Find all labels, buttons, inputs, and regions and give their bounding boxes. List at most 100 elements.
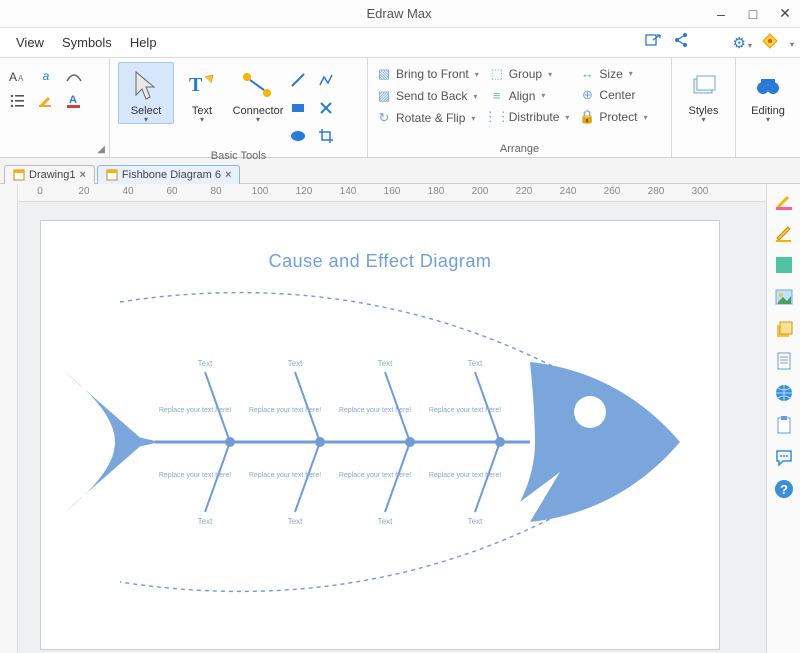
styles-button[interactable]: Styles ▾: [680, 62, 727, 124]
close-tab-icon[interactable]: ×: [225, 169, 231, 181]
highlight-icon[interactable]: [36, 92, 56, 108]
center-icon: ⊕: [579, 87, 595, 103]
picture-icon[interactable]: [773, 286, 795, 308]
basic-tools-caption: Basic Tools: [118, 148, 359, 162]
crop-icon[interactable]: [314, 124, 338, 148]
comment-icon[interactable]: [773, 446, 795, 468]
document-icon: [106, 169, 118, 181]
ellipse-shape-icon[interactable]: [286, 124, 310, 148]
tab-drawing1[interactable]: Drawing1 ×: [4, 165, 95, 184]
text-tool-icon: T: [182, 67, 222, 105]
globe-icon[interactable]: [773, 382, 795, 404]
group-button[interactable]: ⬚Group▾: [489, 66, 570, 82]
menu-symbols[interactable]: Symbols: [62, 35, 112, 50]
bone-label: Text: [198, 359, 213, 368]
app-title: Edraw Max: [86, 6, 712, 21]
text-tool[interactable]: T Text ▾: [174, 62, 230, 124]
font-size-icon[interactable]: AA: [8, 68, 28, 84]
close-tab-icon[interactable]: ×: [79, 169, 85, 181]
pencil-icon[interactable]: [773, 222, 795, 244]
line-shape-icon[interactable]: [286, 68, 310, 92]
bone-label: Text: [378, 517, 393, 526]
ruler-vertical[interactable]: [0, 184, 18, 653]
share-icon[interactable]: [673, 32, 689, 53]
rotate-icon: ↻: [376, 110, 392, 126]
group-icon: ⬚: [489, 66, 505, 82]
close-x-icon[interactable]: [314, 96, 338, 120]
titlebar: Edraw Max – □ ✕: [0, 0, 800, 28]
fill-swatch-icon[interactable]: [773, 254, 795, 276]
center-button[interactable]: ⊕Center: [579, 87, 647, 103]
ruler-tick: 260: [604, 186, 621, 197]
send-back-icon: ▨: [376, 88, 392, 104]
layer-icon[interactable]: [773, 318, 795, 340]
bullet-list-icon[interactable]: [8, 92, 28, 108]
app-logo-menu[interactable]: [788, 36, 794, 50]
ruler-tick: 160: [384, 186, 401, 197]
ruler-tick: 60: [166, 186, 177, 197]
fishbone-diagram[interactable]: Text Text Text Text Text Text Text Text …: [60, 272, 700, 612]
distribute-icon: ⋮⋮: [489, 109, 505, 125]
connector-tool[interactable]: Connector ▾: [230, 62, 286, 124]
ruler-tick: 240: [560, 186, 577, 197]
svg-text:?: ?: [780, 482, 788, 497]
page-icon[interactable]: [773, 350, 795, 372]
curve-tool-icon[interactable]: [64, 68, 84, 84]
ruler-tick: 20: [78, 186, 89, 197]
ribbon-group-font: AA a A ◢: [0, 58, 110, 157]
svg-text:A: A: [69, 94, 77, 106]
rotate-flip-button[interactable]: ↻Rotate & Flip▾: [376, 110, 479, 126]
ruler-tick: 0: [37, 186, 43, 197]
ruler-tick: 100: [252, 186, 269, 197]
tab-fishbone[interactable]: Fishbone Diagram 6 ×: [97, 165, 241, 184]
ribbon-group-styles: Styles ▾: [672, 58, 736, 157]
ruler-tick: 200: [472, 186, 489, 197]
gear-icon[interactable]: ⚙: [733, 34, 752, 52]
styles-icon: [684, 67, 724, 105]
export-icon[interactable]: [645, 32, 663, 53]
clipboard-icon[interactable]: [773, 414, 795, 436]
svg-text:T: T: [189, 74, 203, 96]
script-icon[interactable]: a: [36, 68, 56, 84]
arrange-caption: Arrange: [376, 141, 663, 155]
ribbon-group-arrange: ▧Bring to Front▾ ▨Send to Back▾ ↻Rotate …: [368, 58, 672, 157]
canvas[interactable]: Cause and Effect Diagram: [18, 202, 766, 653]
menu-help[interactable]: Help: [130, 35, 157, 50]
protect-button[interactable]: 🔒Protect▾: [579, 109, 647, 125]
size-button[interactable]: ↔Size▾: [579, 66, 647, 81]
ribbon-group-basic-tools: Select ▾ T Text ▾ Connector ▾: [110, 58, 368, 157]
help-icon[interactable]: ?: [773, 478, 795, 500]
workspace: 0 20 40 60 80 100 120 140 160 180 200 22…: [0, 184, 800, 653]
ruler-horizontal[interactable]: 0 20 40 60 80 100 120 140 160 180 200 22…: [18, 184, 766, 202]
font-color-icon[interactable]: A: [64, 92, 84, 108]
ruler-tick: 300: [692, 186, 709, 197]
ruler-tick: 80: [210, 186, 221, 197]
connector-icon: [238, 67, 278, 105]
polyline-shape-icon[interactable]: [314, 68, 338, 92]
menu-view[interactable]: View: [16, 35, 44, 50]
cause-label: Replace your text here!: [429, 472, 501, 479]
document-icon: [13, 169, 25, 181]
theme-paint-icon[interactable]: [773, 190, 795, 212]
close-window-button[interactable]: ✕: [776, 5, 794, 22]
bring-front-icon: ▧: [376, 66, 392, 82]
bone-label: Text: [288, 517, 303, 526]
rect-shape-icon[interactable]: [286, 96, 310, 120]
minimize-button[interactable]: –: [712, 6, 730, 22]
font-group-launcher[interactable]: ◢: [97, 144, 105, 155]
bring-to-front-button[interactable]: ▧Bring to Front▾: [376, 66, 479, 82]
select-tool[interactable]: Select ▾: [118, 62, 174, 124]
menubar: View Symbols Help ⚙: [0, 28, 800, 58]
cause-label: Replace your text here!: [159, 407, 231, 414]
diagram-title[interactable]: Cause and Effect Diagram: [41, 221, 719, 272]
maximize-button[interactable]: □: [744, 6, 762, 22]
distribute-button[interactable]: ⋮⋮Distribute▾: [489, 109, 570, 125]
editing-button[interactable]: Editing ▾: [744, 62, 792, 124]
page[interactable]: Cause and Effect Diagram: [40, 220, 720, 650]
bone-label: Text: [198, 517, 213, 526]
ruler-tick: 220: [516, 186, 533, 197]
app-logo-icon[interactable]: [762, 33, 778, 52]
window-controls: – □ ✕: [712, 5, 794, 22]
send-to-back-button[interactable]: ▨Send to Back▾: [376, 88, 479, 104]
align-button[interactable]: ≡Align▾: [489, 88, 570, 103]
